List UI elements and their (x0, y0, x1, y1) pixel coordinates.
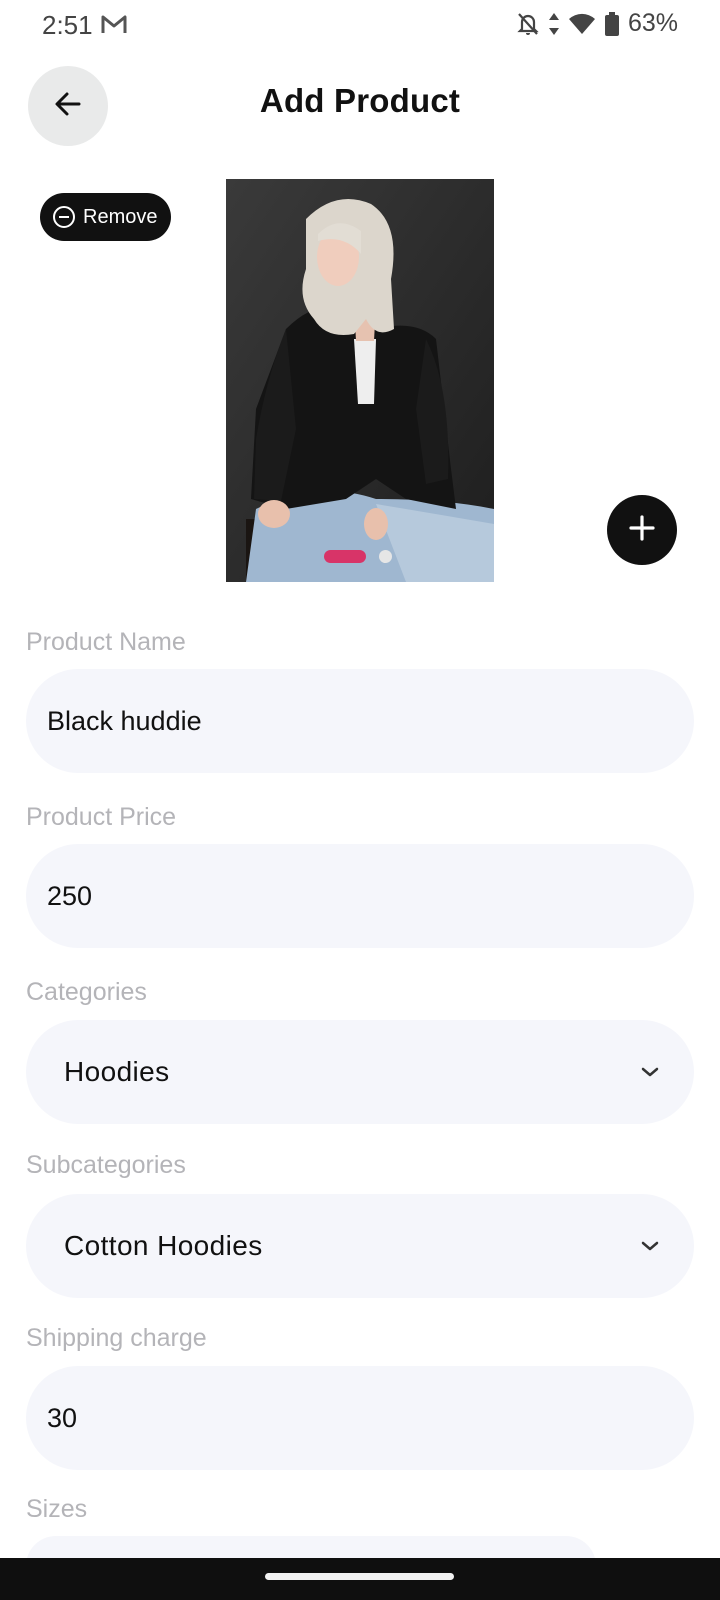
add-image-button[interactable] (607, 495, 677, 565)
status-bar: 2:51 63% (0, 0, 720, 50)
subcategories-value: Cotton Hoodies (64, 1230, 263, 1261)
status-icons: 63% (516, 9, 678, 38)
categories-label: Categories (26, 978, 147, 1006)
remove-image-button[interactable]: Remove (40, 193, 171, 241)
bell-off-icon (516, 11, 540, 37)
sizes-label: Sizes (26, 1495, 88, 1523)
wifi-icon (568, 12, 596, 36)
page-title: Add Product (259, 82, 461, 119)
chevron-down-icon (640, 1240, 660, 1252)
categories-select[interactable]: Hoodies (26, 1020, 694, 1124)
product-price-value: 250 (47, 880, 93, 911)
navigation-bar (0, 1558, 720, 1600)
status-time: 2:51 (42, 10, 93, 40)
shipping-charge-value: 30 (47, 1402, 78, 1433)
minus-circle-icon (53, 206, 75, 228)
product-name-input[interactable]: Black huddie (26, 669, 694, 773)
shipping-charge-input[interactable]: 30 (26, 1366, 694, 1470)
product-image[interactable] (226, 179, 494, 582)
battery-icon (604, 11, 620, 37)
remove-label: Remove (83, 205, 158, 228)
categories-value: Hoodies (64, 1056, 170, 1087)
battery-percent: 63% (627, 9, 678, 37)
pager-dot (379, 550, 392, 563)
product-price-label: Product Price (26, 803, 177, 831)
plus-icon (628, 514, 656, 547)
image-pager (324, 548, 396, 564)
gmail-icon (100, 12, 128, 36)
product-price-input[interactable]: 250 (26, 844, 694, 948)
subcategories-select[interactable]: Cotton Hoodies (26, 1194, 694, 1298)
shipping-charge-label: Shipping charge (26, 1324, 207, 1352)
subcategories-label: Subcategories (26, 1151, 186, 1179)
home-indicator[interactable] (265, 1573, 454, 1580)
pager-dot-active (324, 550, 366, 563)
product-name-label: Product Name (26, 628, 186, 656)
product-name-value: Black huddie (47, 705, 202, 736)
chevron-down-icon (640, 1066, 660, 1078)
data-arrows-icon (548, 11, 560, 37)
